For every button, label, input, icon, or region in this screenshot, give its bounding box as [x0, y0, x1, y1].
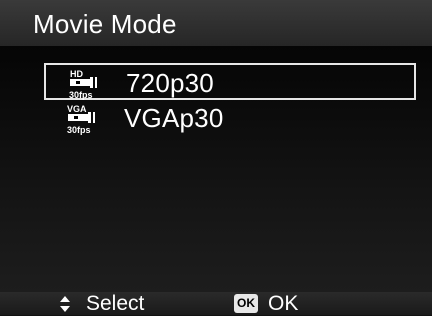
svg-text:VGA: VGA	[67, 104, 87, 114]
header-bar: Movie Mode	[0, 0, 432, 46]
select-hint-label: Select	[86, 292, 145, 315]
svg-text:30fps: 30fps	[67, 125, 91, 135]
menu-list: HD 30fps 720p30 VGA 30fps VGAp30	[0, 46, 432, 292]
ok-button-icon: OK	[234, 294, 258, 313]
menu-item-720p30[interactable]: HD 30fps 720p30	[44, 63, 416, 100]
page-title: Movie Mode	[33, 9, 177, 39]
footer-bar: Select OK OK	[0, 292, 432, 315]
menu-item-vgap30[interactable]: VGA 30fps VGAp30	[44, 100, 416, 137]
menu-item-label: 720p30	[126, 68, 214, 98]
camera-screen: Movie Mode HD 30fps 720p30 VGA 30fps VGA…	[0, 0, 432, 315]
up-down-arrows-icon	[60, 296, 70, 312]
svg-text:HD: HD	[70, 69, 83, 79]
hd-30fps-icon: HD 30fps	[69, 69, 97, 100]
vga-30fps-icon: VGA 30fps	[67, 104, 95, 135]
menu-item-label: VGAp30	[124, 103, 224, 133]
svg-text:30fps: 30fps	[69, 90, 93, 100]
ok-hint-label: OK	[268, 292, 299, 315]
